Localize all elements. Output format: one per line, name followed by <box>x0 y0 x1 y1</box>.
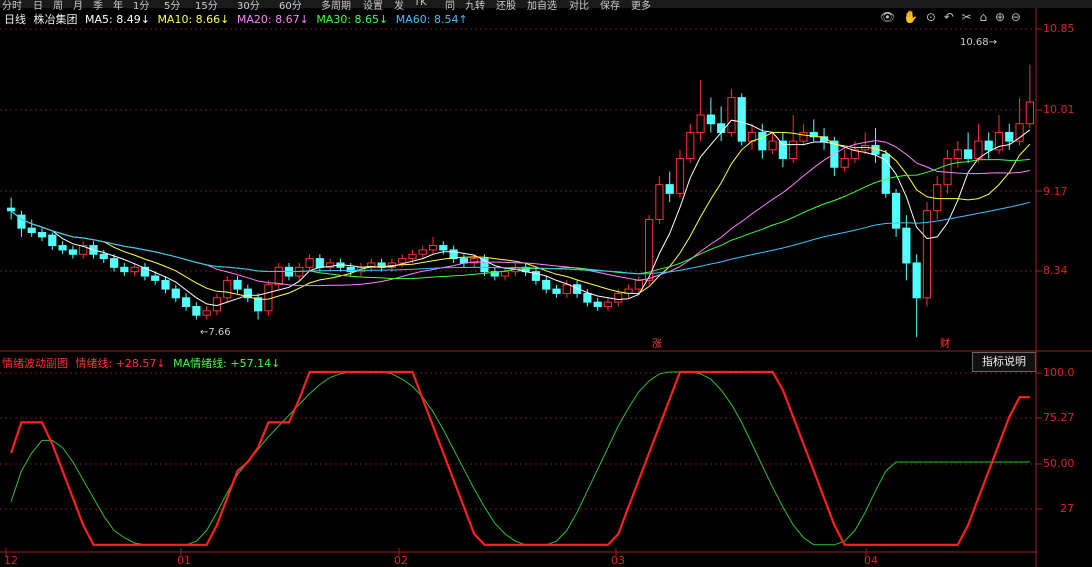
price-tick: 8.34 <box>1043 264 1068 277</box>
candle-body <box>758 131 767 151</box>
sub-tick: 75.27 <box>1043 411 1075 424</box>
candle-body <box>778 140 787 160</box>
candle-body <box>408 253 417 260</box>
candle-body <box>1005 131 1014 142</box>
high-price-label: 10.68→ <box>960 37 998 48</box>
candle-body <box>130 266 139 273</box>
date-tick: 12 <box>4 554 18 567</box>
candle-body <box>274 266 283 286</box>
candle-body <box>398 258 407 264</box>
candle-body <box>603 301 613 307</box>
candle-body <box>984 140 993 151</box>
candle-body <box>974 140 983 160</box>
candle-body <box>768 140 777 151</box>
candle-body <box>500 271 510 277</box>
candle-body <box>305 258 314 268</box>
candle-body <box>552 288 561 294</box>
candle-body <box>171 288 180 299</box>
candle-body <box>727 97 736 133</box>
candle-body <box>737 97 746 142</box>
candle-body <box>686 131 695 160</box>
candle-body <box>1025 101 1034 125</box>
ma10-line <box>10 131 1031 301</box>
candle-body <box>593 301 602 307</box>
date-tick: 01 <box>177 554 191 567</box>
candle-body <box>459 258 469 264</box>
candle-body <box>840 158 849 168</box>
candle-body <box>717 123 726 133</box>
candle-body <box>964 149 973 160</box>
candle-body <box>583 292 592 303</box>
candle-body <box>233 279 242 290</box>
candle-body <box>223 279 232 299</box>
candle-body <box>58 245 67 251</box>
price-tick: 10.01 <box>1043 103 1075 116</box>
candle-body <box>922 210 932 299</box>
candle-body <box>706 114 715 125</box>
candle-body <box>151 275 160 281</box>
candle-body <box>7 207 16 212</box>
candle-body <box>634 279 643 290</box>
candle-body <box>109 258 119 268</box>
candle-body <box>675 158 685 194</box>
sub-tick: 27 <box>1060 502 1074 515</box>
candle-body <box>1015 123 1024 142</box>
candle-body <box>902 227 911 264</box>
candle-body <box>202 310 211 316</box>
candle-body <box>562 284 571 294</box>
candle-body <box>68 249 77 255</box>
candle-body <box>614 292 623 303</box>
price-tick: 9.17 <box>1043 185 1068 198</box>
candle-body <box>181 297 191 307</box>
candle-body <box>27 227 36 234</box>
candle-body <box>418 249 427 255</box>
sub-tick: 100.0 <box>1043 366 1075 379</box>
date-tick: 03 <box>611 554 625 567</box>
cai-marker[interactable]: 财 <box>940 335 950 350</box>
candle-body <box>428 245 438 251</box>
emotion-line <box>10 370 1030 546</box>
candle-body <box>37 232 47 238</box>
candle-body <box>665 184 674 194</box>
candle-body <box>799 131 808 142</box>
sub-tick: 50.00 <box>1043 457 1075 470</box>
low-price-label: ←7.66 <box>200 327 231 338</box>
candle-body <box>192 305 201 316</box>
candle-body <box>99 253 108 260</box>
ma20-line <box>10 139 1030 287</box>
candle-body <box>346 266 355 273</box>
candle-body <box>120 266 129 273</box>
date-tick: 04 <box>864 554 878 567</box>
date-tick: 02 <box>394 554 408 567</box>
candle-body <box>315 258 324 268</box>
candle-body <box>264 284 273 312</box>
candle-body <box>696 114 705 133</box>
candle-body <box>439 245 448 251</box>
candle-body <box>542 279 551 290</box>
candle-body <box>655 184 664 220</box>
candle-body <box>912 262 921 299</box>
candle-body <box>789 140 798 160</box>
candle-body <box>161 279 170 290</box>
ma-emotion-line <box>10 371 1030 546</box>
price-tick: 10.85 <box>1043 22 1075 35</box>
zhang-marker[interactable]: 涨 <box>652 335 662 350</box>
candle-body <box>48 234 57 247</box>
candle-body <box>953 149 962 160</box>
chart-canvas[interactable] <box>0 0 1092 567</box>
ma30-line <box>10 158 1030 280</box>
